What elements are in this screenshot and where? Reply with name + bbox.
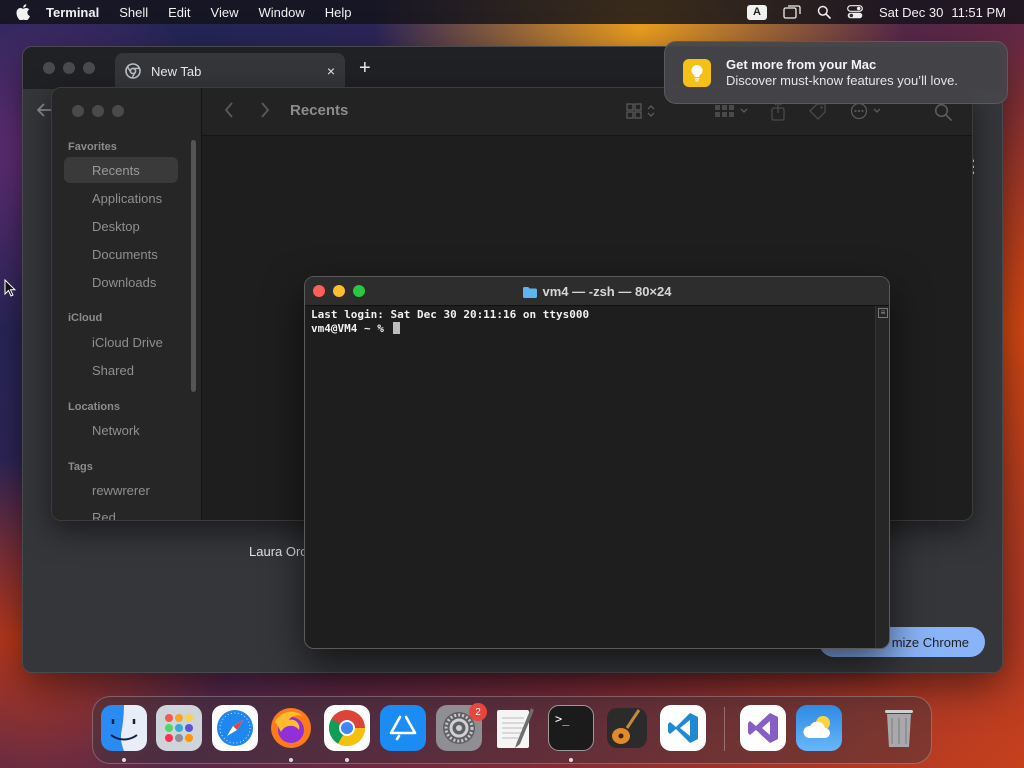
menu-app-name[interactable]: Terminal bbox=[46, 5, 99, 20]
finder-icon[interactable] bbox=[101, 705, 147, 751]
sidebar-item-shared[interactable]: Shared bbox=[64, 357, 178, 383]
garageband-icon[interactable] bbox=[604, 705, 650, 751]
sidebar-heading-locations: Locations bbox=[68, 401, 120, 413]
sidebar-item-tag-rewwrerer[interactable]: rewwrerer bbox=[64, 477, 178, 503]
finder-running-indicator bbox=[122, 758, 126, 762]
terminal-minimize-button[interactable] bbox=[333, 285, 345, 297]
chrome-tab-new-tab[interactable]: New Tab × bbox=[115, 53, 345, 89]
menu-extras: A Sat Dec 30 11:51 PM bbox=[731, 0, 1006, 24]
terminal-prompt-glyph: >_ bbox=[555, 712, 570, 726]
firefox-icon[interactable] bbox=[268, 705, 314, 751]
scroll-menu-icon[interactable]: ≡ bbox=[878, 308, 888, 318]
notification-title: Get more from your Mac bbox=[726, 57, 877, 72]
sidebar-heading-tags: Tags bbox=[68, 461, 93, 473]
sidebar-item-icloud-drive[interactable]: iCloud Drive bbox=[64, 329, 178, 355]
notification-banner[interactable]: Get more from your Mac Discover must-kno… bbox=[664, 41, 1008, 104]
settings-notification-badge: 2 bbox=[469, 703, 487, 721]
notification-text: Get more from your Mac Discover must-kno… bbox=[726, 57, 958, 88]
sidebar-item-downloads[interactable]: Downloads bbox=[64, 269, 178, 295]
textedit-icon[interactable] bbox=[492, 705, 538, 751]
terminal-title-bar[interactable]: vm4 — -zsh — 80×24 bbox=[305, 277, 889, 306]
terminal-close-button[interactable] bbox=[313, 285, 325, 297]
chrome-icon[interactable] bbox=[324, 705, 370, 751]
terminal-line-prompt: vm4@VM4 ~ % bbox=[311, 322, 883, 336]
terminal-cursor bbox=[393, 322, 401, 334]
terminal-prompt: vm4@VM4 ~ % bbox=[311, 322, 391, 335]
view-grid-icon[interactable] bbox=[626, 103, 656, 119]
firefox-running-indicator bbox=[289, 758, 293, 762]
chrome-new-tab-button[interactable]: + bbox=[359, 57, 371, 80]
sidebar-item-desktop[interactable]: Desktop bbox=[64, 213, 178, 239]
terminal-window-controls bbox=[313, 285, 365, 297]
weather-icon[interactable] bbox=[796, 705, 842, 751]
screen-mirroring-icon[interactable] bbox=[783, 5, 801, 19]
visual-studio-icon[interactable] bbox=[740, 705, 786, 751]
sidebar-item-applications[interactable]: Applications bbox=[64, 185, 178, 211]
terminal-running-indicator bbox=[569, 758, 573, 762]
share-icon[interactable] bbox=[770, 101, 786, 121]
sidebar-heading-icloud: iCloud bbox=[68, 312, 103, 324]
chrome-close-button[interactable] bbox=[43, 62, 55, 74]
safari-icon[interactable] bbox=[212, 705, 258, 751]
chrome-shortcut-label[interactable]: Laura Orc bbox=[249, 544, 307, 559]
vscode-icon[interactable] bbox=[660, 705, 706, 751]
tips-lightbulb-icon bbox=[683, 58, 711, 87]
terminal-line-login: Last login: Sat Dec 30 20:11:16 on ttys0… bbox=[311, 308, 590, 321]
finder-close-button[interactable] bbox=[72, 105, 84, 117]
clock-time[interactable]: 11:51 PM bbox=[951, 5, 1006, 20]
sidebar-scrollbar[interactable] bbox=[191, 140, 196, 392]
more-actions-icon[interactable] bbox=[850, 102, 884, 120]
control-center-icon[interactable] bbox=[847, 5, 863, 19]
folder-icon bbox=[522, 286, 537, 298]
chrome-tab-title: New Tab bbox=[151, 63, 202, 79]
terminal-window: vm4 — -zsh — 80×24 Last login: Sat Dec 3… bbox=[304, 276, 890, 649]
menu-shell[interactable]: Shell bbox=[119, 5, 148, 20]
dock: 2 >_ bbox=[92, 696, 932, 764]
terminal-icon[interactable]: >_ bbox=[548, 705, 594, 751]
sidebar-item-network[interactable]: Network bbox=[64, 417, 178, 443]
input-source-icon[interactable]: A bbox=[746, 4, 767, 20]
chrome-tab-close-icon[interactable]: × bbox=[327, 63, 335, 79]
menu-view[interactable]: View bbox=[211, 5, 239, 20]
finder-window-controls bbox=[72, 105, 124, 117]
finder-sidebar: Favorites Recents Applications Desktop D… bbox=[52, 88, 202, 521]
chrome-window-controls bbox=[43, 62, 95, 74]
apple-menu-icon[interactable] bbox=[16, 4, 32, 20]
finder-window-title: Recents bbox=[290, 102, 349, 119]
menu-bar: Terminal Shell Edit View Window Help A S… bbox=[0, 0, 1024, 24]
sidebar-item-documents[interactable]: Documents bbox=[64, 241, 178, 267]
trash-icon[interactable] bbox=[876, 705, 922, 751]
chrome-minimize-button[interactable] bbox=[63, 62, 75, 74]
mouse-pointer-icon bbox=[4, 278, 17, 302]
terminal-output[interactable]: Last login: Sat Dec 30 20:11:16 on ttys0… bbox=[305, 306, 889, 338]
chrome-running-indicator bbox=[345, 758, 349, 762]
group-by-icon[interactable] bbox=[714, 103, 750, 119]
menu-help[interactable]: Help bbox=[325, 5, 352, 20]
back-chevron-icon[interactable] bbox=[224, 102, 234, 118]
terminal-zoom-button[interactable] bbox=[353, 285, 365, 297]
sidebar-heading-favorites: Favorites bbox=[68, 141, 117, 153]
clock-date[interactable]: Sat Dec 30 bbox=[879, 5, 943, 20]
dock-separator bbox=[724, 707, 725, 751]
finder-search-icon[interactable] bbox=[934, 103, 952, 121]
spotlight-search-icon[interactable] bbox=[817, 5, 831, 19]
tag-icon[interactable] bbox=[808, 102, 828, 120]
launchpad-icon[interactable] bbox=[156, 705, 202, 751]
chrome-zoom-button[interactable] bbox=[83, 62, 95, 74]
terminal-scrollbar[interactable]: ≡ bbox=[875, 306, 889, 648]
menu-edit[interactable]: Edit bbox=[168, 5, 190, 20]
finder-minimize-button[interactable] bbox=[92, 105, 104, 117]
terminal-title: vm4 — -zsh — 80×24 bbox=[542, 283, 672, 299]
forward-chevron-icon[interactable] bbox=[260, 102, 270, 118]
sidebar-item-tag-red[interactable]: Red bbox=[64, 504, 178, 521]
sidebar-item-recents[interactable]: Recents bbox=[64, 157, 178, 183]
finder-zoom-button[interactable] bbox=[112, 105, 124, 117]
app-store-icon[interactable] bbox=[380, 705, 426, 751]
notification-body: Discover must-know features you’ll love. bbox=[726, 73, 958, 88]
menu-window[interactable]: Window bbox=[259, 5, 305, 20]
chrome-favicon-icon bbox=[125, 63, 141, 79]
